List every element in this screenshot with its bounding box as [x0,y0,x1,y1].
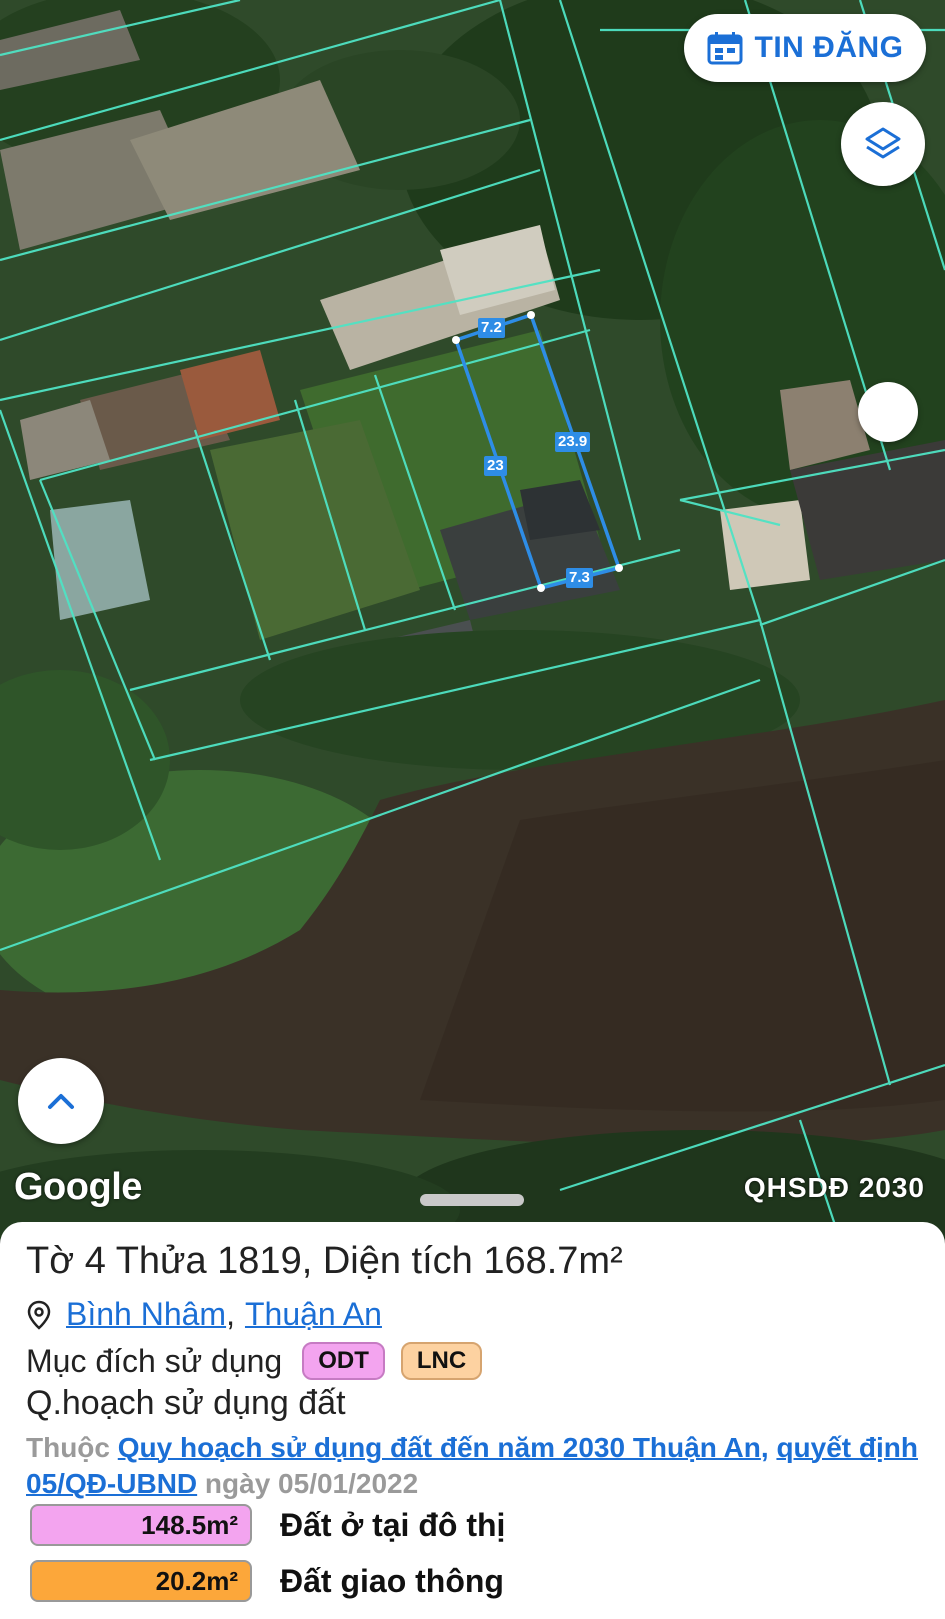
area-name-traffic: Đất giao thông [280,1562,504,1599]
layers-icon [865,127,901,159]
area-row-traffic: 20.2m² Đất giao thông [30,1560,504,1602]
dimension-top-label: 7.2 [478,318,505,338]
ward-link[interactable]: Bình Nhâm [66,1296,226,1333]
map-control-button[interactable] [858,382,918,442]
plan-description: Thuộc Quy hoạch sử dụng đất đến năm 2030… [26,1430,926,1502]
area-name-residential: Đất ở tại đô thị [280,1506,506,1543]
google-logo: Google [14,1166,142,1208]
plan-comma: , [760,1432,777,1463]
purpose-label: Mục đích sử dụng [26,1342,283,1379]
dimension-left-label: 23 [484,456,507,476]
area-value-residential: 148.5m² [30,1504,252,1546]
purpose-chip-odt[interactable]: ODT [302,1342,385,1380]
decision-date: ngày 05/01/2022 [197,1468,419,1499]
calendar-icon [707,32,742,65]
location-separator: , [226,1296,235,1332]
post-listing-button[interactable]: TIN ĐĂNG [684,14,926,82]
land-map-app: 7.2 23 23.9 7.3 TIN ĐĂNG Google QHSDĐ 20… [0,0,945,1619]
area-row-residential: 148.5m² Đất ở tại đô thị [30,1504,505,1546]
satellite-imagery [0,0,945,1240]
plan-layer-label: QHSDĐ 2030 [743,1172,925,1203]
district-link[interactable]: Thuận An [245,1296,382,1333]
location-pin-icon [27,1300,51,1330]
sheet-drag-handle[interactable] [420,1194,524,1206]
dimension-bottom-label: 7.3 [566,568,593,588]
plan-heading: Q.hoạch sử dụng đất [26,1384,346,1422]
parcel-location: Bình Nhâm , Thuận An [26,1296,382,1333]
post-listing-label: TIN ĐĂNG [754,31,904,64]
land-use-purpose: Mục đích sử dụng ODT LNC [26,1342,483,1380]
satellite-map[interactable]: 7.2 23 23.9 7.3 TIN ĐĂNG Google QHSDĐ 20… [0,0,945,1240]
layers-button[interactable] [841,102,925,186]
parcel-title: Tờ 4 Thửa 1819, Diện tích 168.7m² [26,1240,623,1282]
plan-link[interactable]: Quy hoạch sử dụng đất đến năm 2030 Thuận… [118,1432,761,1463]
expand-sheet-button[interactable] [18,1058,104,1144]
chevron-up-icon [48,1094,74,1109]
dimension-right-label: 23.9 [555,432,591,452]
area-value-traffic: 20.2m² [30,1560,252,1602]
purpose-chip-lnc[interactable]: LNC [400,1342,483,1380]
plan-prefix: Thuộc [26,1432,118,1463]
